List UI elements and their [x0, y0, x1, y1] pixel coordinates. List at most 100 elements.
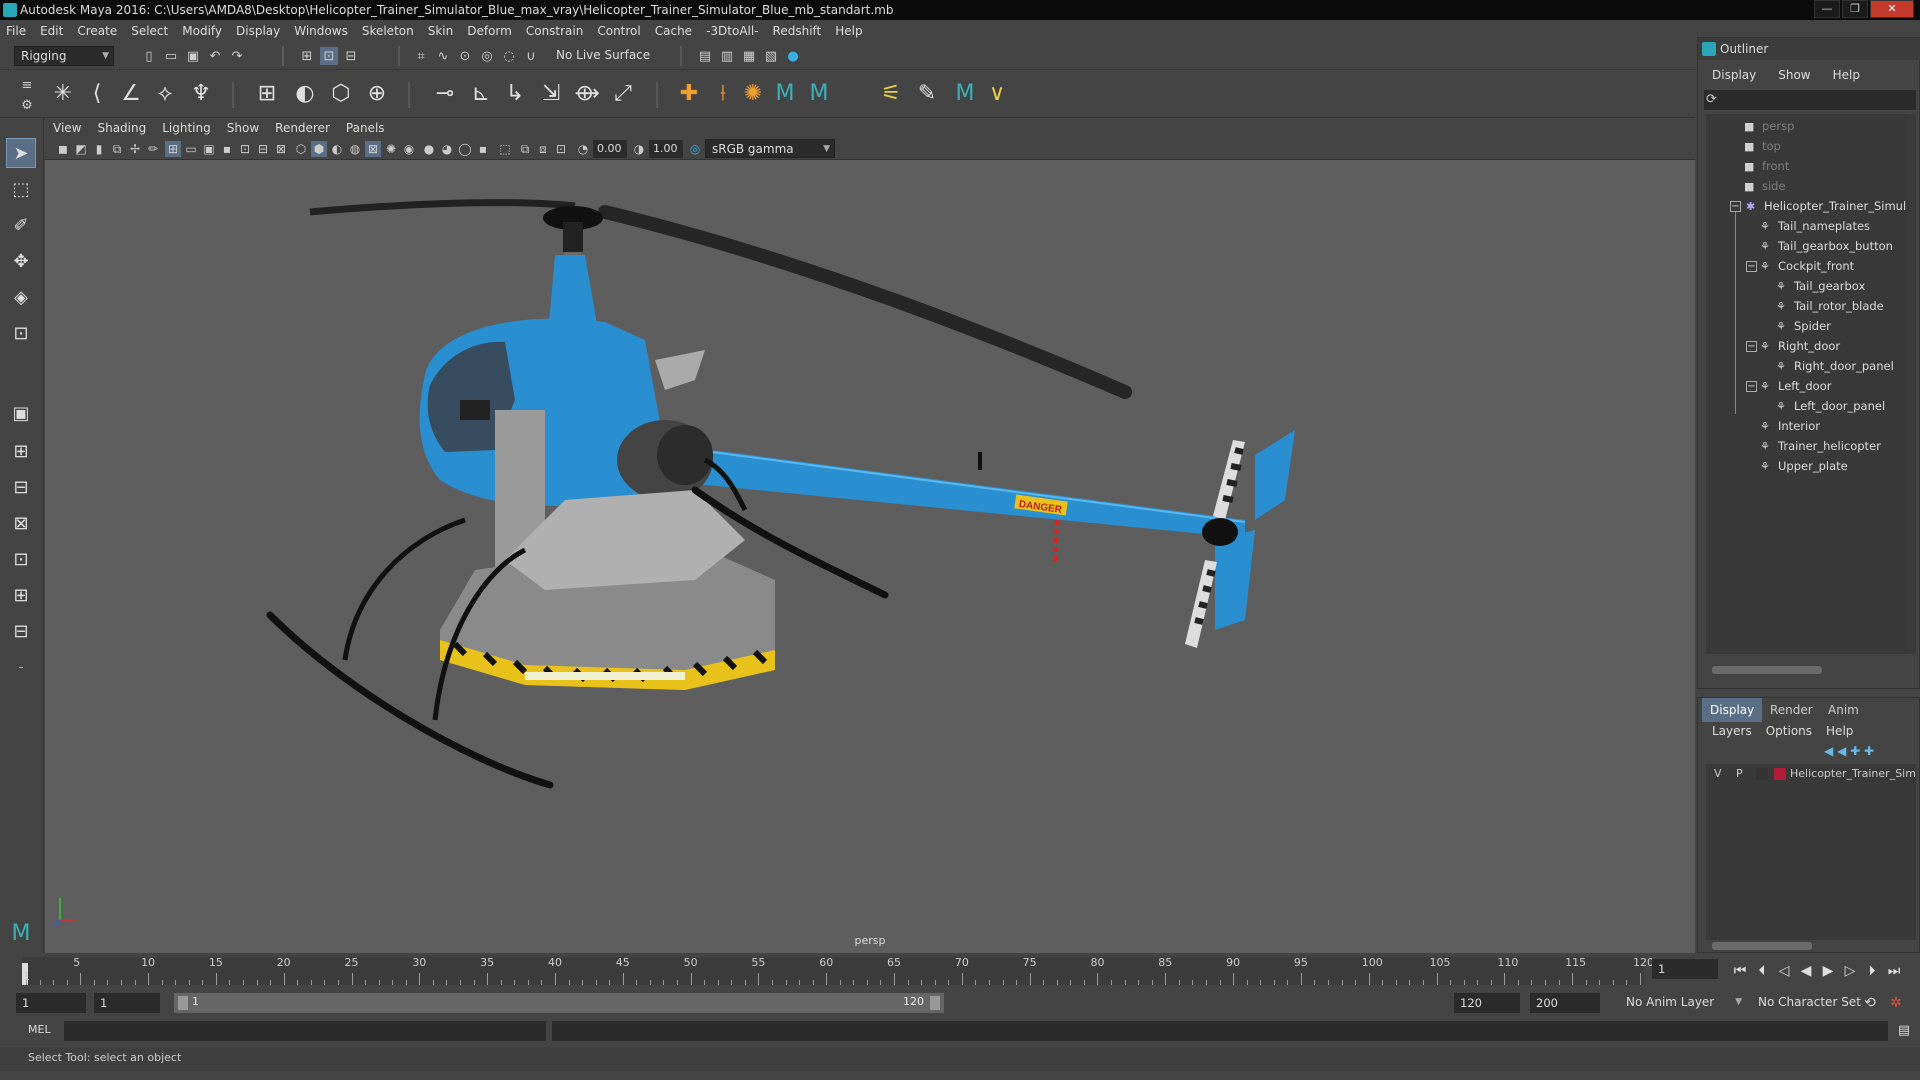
new-layer-icon[interactable]: ✚ — [1850, 744, 1860, 758]
tree-item-root[interactable]: ✱ Helicopter_Trainer_Simulat — [1746, 196, 1906, 216]
close-button[interactable]: ✕ — [1870, 0, 1914, 18]
tree-item-right-door[interactable]: ⚘ Right_door — [1760, 336, 1840, 356]
play-backward-icon[interactable]: ◀ — [1796, 961, 1816, 981]
film-gate-icon[interactable]: ▭ — [183, 141, 199, 157]
tab-anim[interactable]: Anim — [1820, 698, 1867, 722]
tree-item-side[interactable]: ■ side — [1744, 176, 1786, 196]
outliner-hscrollbar[interactable] — [1712, 666, 1822, 674]
outliner-vscrollbar[interactable] — [1906, 114, 1916, 654]
bind-skin-icon[interactable]: ⊞ — [252, 78, 282, 108]
image-plane-icon[interactable]: ⧉ — [109, 141, 125, 157]
live-surface-field[interactable]: No Live Surface — [550, 46, 654, 66]
maya-logo-tool-icon[interactable]: M — [770, 78, 800, 108]
open-scene-icon[interactable]: ▭ — [162, 47, 180, 65]
tree-item-spider[interactable]: ⚘ Spider — [1776, 316, 1831, 336]
parent-constraint-icon[interactable]: ⟴ — [572, 78, 602, 108]
render-settings-icon[interactable]: ▤ — [696, 47, 714, 65]
layer-type-toggle[interactable] — [1756, 768, 1768, 780]
lasso-tool-icon[interactable]: ⬚ — [6, 174, 36, 204]
menu-windows[interactable]: Windows — [294, 24, 348, 38]
tree-item-left-door-panel[interactable]: ⚘ Left_door_panel — [1776, 396, 1885, 416]
maximize-button[interactable]: ❐ — [1842, 0, 1868, 18]
bookmark-icon[interactable]: ▮ — [91, 141, 107, 157]
collapse-toggle[interactable]: − — [1730, 201, 1741, 212]
outliner-search-field[interactable]: ⟳ — [1704, 90, 1916, 110]
menu-set-dropdown[interactable]: Rigging ▼ — [14, 46, 114, 66]
shadows-icon[interactable]: ◉ — [401, 141, 417, 157]
gamma-icon[interactable]: ◑ — [631, 141, 647, 157]
more-layouts-icon[interactable]: – — [6, 652, 36, 682]
layer-menu-help[interactable]: Help — [1826, 724, 1853, 742]
tree-item-tail-nameplates[interactable]: ⚘ Tail_nameplates — [1760, 216, 1870, 236]
menu-create[interactable]: Create — [77, 24, 117, 38]
collapse-toggle[interactable]: − — [1746, 261, 1757, 272]
snap-grid-icon[interactable]: ⌗ — [412, 47, 430, 65]
preferences-icon[interactable]: ✲ — [1886, 993, 1906, 1013]
move-layer-down-icon[interactable]: ◀ — [1837, 744, 1846, 758]
ipr-render-icon[interactable]: ▧ — [762, 47, 780, 65]
persp-outliner-layout-icon[interactable]: ⊠ — [6, 508, 36, 538]
insert-joint-icon[interactable]: ⟡ — [150, 78, 180, 108]
maya-logo-tool-2-icon[interactable]: M — [804, 78, 834, 108]
gamma-field[interactable]: 1.00 — [649, 140, 683, 158]
menu-edit[interactable]: Edit — [40, 24, 63, 38]
paint-weights-icon[interactable]: ◐ — [290, 78, 320, 108]
snap-surface-icon[interactable]: ◌ — [500, 47, 518, 65]
scale-constraint-icon[interactable]: ⇲ — [536, 78, 566, 108]
menu-help[interactable]: Help — [835, 24, 862, 38]
snap-magnet-icon[interactable]: ∪ — [522, 47, 540, 65]
step-back-key-icon[interactable]: ◁ — [1774, 961, 1794, 981]
outliner-menu-show[interactable]: Show — [1778, 68, 1810, 86]
outliner-menu-display[interactable]: Display — [1712, 68, 1756, 86]
exposure-icon[interactable]: ◔ — [575, 141, 591, 157]
camera-attributes-icon[interactable]: ◩ — [73, 141, 89, 157]
minimize-button[interactable]: — — [1814, 0, 1840, 18]
isolate-select-icon[interactable]: ⬚ — [497, 141, 513, 157]
grease-pencil-icon[interactable]: ✏ — [145, 141, 161, 157]
tree-item-tail-rotor-blade[interactable]: ⚘ Tail_rotor_blade — [1776, 296, 1884, 316]
playback-start-field[interactable]: 1 — [94, 993, 160, 1013]
tree-item-tail-gearbox[interactable]: ⚘ Tail_gearbox — [1776, 276, 1865, 296]
screen-space-ao-icon[interactable]: ● — [421, 141, 437, 157]
ik-handle-icon[interactable]: ⟨ — [82, 78, 112, 108]
vp-menu-renderer[interactable]: Renderer — [275, 121, 330, 135]
range-start-handle[interactable] — [178, 996, 188, 1010]
tree-item-trainer-helicopter[interactable]: ⚘ Trainer_helicopter — [1760, 436, 1881, 456]
paint-tool-icon[interactable]: ✎ — [912, 78, 942, 108]
locator-icon[interactable]: ✚ — [674, 78, 704, 108]
auto-key-icon[interactable]: ⟲ — [1860, 993, 1880, 1013]
layer-menu-layers[interactable]: Layers — [1712, 724, 1752, 742]
3d-scene[interactable]: DANGER — [45, 160, 1695, 953]
command-input[interactable] — [64, 1021, 546, 1041]
shelf-gear-icon[interactable]: ⚙ — [18, 96, 36, 114]
depth-of-field-icon[interactable]: ▪ — [475, 141, 491, 157]
scale-tool-icon[interactable]: ⊡ — [6, 318, 36, 348]
aim-constraint-icon[interactable]: ⊾ — [466, 78, 496, 108]
wireframe-icon[interactable]: ⬡ — [293, 141, 309, 157]
lattice-icon[interactable]: ⬡ — [326, 78, 356, 108]
vp-menu-view[interactable]: View — [53, 121, 81, 135]
undo-icon[interactable]: ↶ — [206, 47, 224, 65]
anim-end-field[interactable]: 200 — [1530, 993, 1600, 1013]
tree-item-persp[interactable]: ■ persp — [1744, 116, 1794, 136]
cluster-handle-icon[interactable]: ⟊ — [708, 78, 738, 108]
graph-layout-icon[interactable]: ⊟ — [6, 616, 36, 646]
xray-components-icon[interactable]: ⊡ — [553, 141, 569, 157]
view-transform-dropdown[interactable]: sRGB gamma ▼ — [705, 139, 835, 158]
step-back-frame-icon[interactable]: ⏴ — [1752, 961, 1772, 981]
menu-display[interactable]: Display — [236, 24, 280, 38]
side-by-side-layout-icon[interactable]: ⊟ — [6, 472, 36, 502]
wireframe-on-shaded-icon[interactable]: ◍ — [347, 141, 363, 157]
collapse-toggle[interactable]: − — [1746, 341, 1757, 352]
anim-start-field[interactable]: 1 — [16, 993, 86, 1013]
exposure-field[interactable]: 0.00 — [593, 140, 627, 158]
new-scene-icon[interactable]: ▯ — [140, 47, 158, 65]
vp-menu-panels[interactable]: Panels — [346, 121, 385, 135]
hypershade-icon[interactable]: ● — [784, 47, 802, 65]
xray-joints-icon[interactable]: ⧈ — [535, 141, 551, 157]
tree-item-right-door-panel[interactable]: ⚘ Right_door_panel — [1776, 356, 1894, 376]
safe-action-icon[interactable]: ⊟ — [255, 141, 271, 157]
cluster-icon[interactable]: ⊕ — [362, 78, 392, 108]
tree-item-tail-gearbox-button[interactable]: ⚘ Tail_gearbox_button — [1760, 236, 1893, 256]
redo-icon[interactable]: ↷ — [228, 47, 246, 65]
